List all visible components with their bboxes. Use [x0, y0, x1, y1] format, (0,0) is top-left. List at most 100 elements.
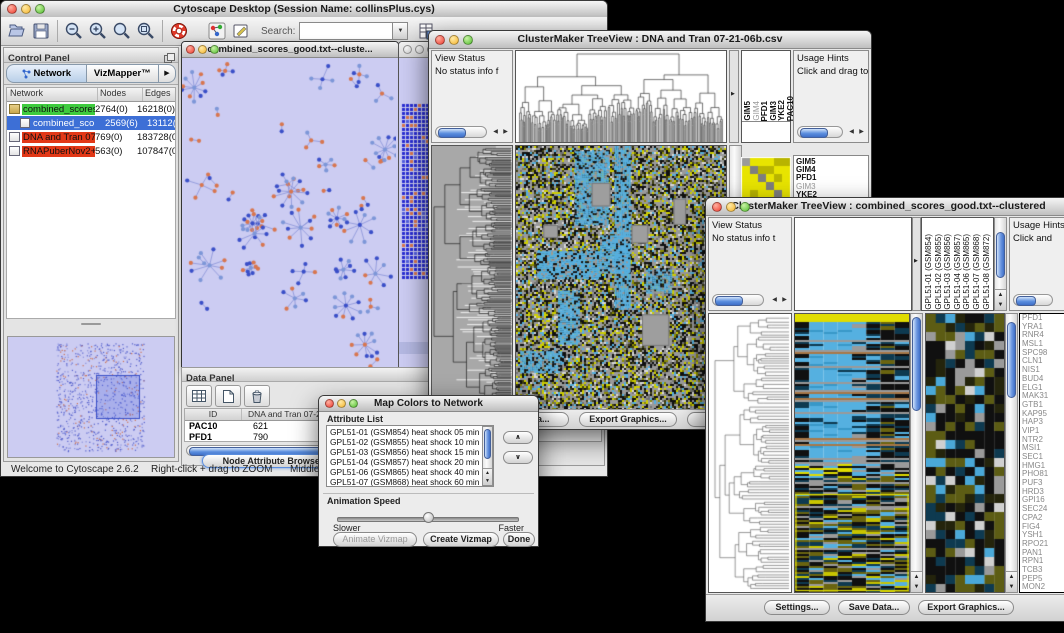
scroll-thumb[interactable] — [800, 128, 828, 138]
network-table-row[interactable]: DNA and Tran 07 769(0) 183728(0) — [7, 130, 175, 144]
animation-speed-slider[interactable] — [337, 513, 519, 523]
zoom-fit-icon[interactable] — [110, 19, 134, 43]
scroll-right-icon[interactable]: ▶ — [857, 126, 866, 138]
help-lifering-icon[interactable] — [167, 19, 191, 43]
float-panel-icon[interactable] — [164, 50, 175, 68]
network-table-row[interactable]: combined_sco 2569(6) 13112(15) — [7, 116, 175, 130]
tab-vizmapper[interactable]: VizMapper™ — [87, 64, 159, 83]
search-input[interactable] — [299, 22, 393, 40]
search-dropdown-button[interactable]: ▼ — [393, 22, 408, 40]
column-label[interactable]: GPL51-04 (GSM857) — [953, 234, 963, 310]
attribute-item[interactable]: GPL51-02 (GSM855) heat shock 10 min — [330, 437, 493, 447]
col-header-nodes[interactable]: Nodes — [98, 88, 143, 101]
delete-attribute-icon[interactable] — [244, 385, 270, 407]
scroll-up-icon[interactable]: ▲ — [483, 469, 492, 477]
minimize-button[interactable] — [726, 202, 736, 212]
attribute-item[interactable]: GPL51-07 (GSM868) heat shock 60 min — [330, 477, 493, 487]
export-graphics-button[interactable]: Export Graphics... — [918, 600, 1014, 615]
attribute-item[interactable]: GPL51-01 (GSM854) heat shock 05 min — [330, 427, 493, 437]
expand-right-icon[interactable]: ▶ — [914, 258, 918, 264]
save-icon[interactable] — [29, 19, 53, 43]
scroll-left-icon[interactable]: ◀ — [491, 126, 500, 138]
tv2-status-scrollbar[interactable] — [712, 294, 764, 306]
column-dendrogram-canvas[interactable] — [516, 51, 726, 142]
tv2-column-dendrogram[interactable] — [794, 217, 912, 311]
scroll-thumb[interactable] — [715, 296, 743, 306]
animate-vizmap-button[interactable]: Animate Vizmap — [333, 532, 417, 547]
column-label[interactable]: GPL51-06 (GSM865) — [962, 234, 972, 310]
zoom-out-icon[interactable] — [62, 19, 86, 43]
tv2-hints-scrollbar[interactable] — [1013, 294, 1053, 306]
heatmap-canvas[interactable] — [795, 314, 909, 592]
scroll-up-icon[interactable]: ▲ — [1006, 572, 1017, 582]
scroll-left-icon[interactable]: ◀ — [770, 294, 779, 306]
scroll-up-icon[interactable]: ▲ — [995, 290, 1006, 300]
zoom-button[interactable] — [463, 35, 473, 45]
col-header-edges[interactable]: Edges — [143, 88, 175, 101]
minimize-button[interactable] — [415, 45, 424, 54]
attribute-item[interactable]: GPL51-03 (GSM856) heat shock 15 min — [330, 447, 493, 457]
scroll-left-icon[interactable]: ◀ — [847, 126, 856, 138]
expand-right-icon[interactable]: ▶ — [731, 91, 735, 97]
export-graphics-button[interactable]: Export Graphics... — [579, 412, 677, 427]
scroll-down-icon[interactable]: ▼ — [483, 477, 492, 485]
heatmap-canvas[interactable] — [516, 146, 726, 409]
scroll-down-icon[interactable]: ▼ — [911, 582, 922, 592]
network-view-canvas[interactable] — [182, 58, 396, 368]
scroll-down-icon[interactable]: ▼ — [995, 300, 1006, 310]
zoom-button[interactable] — [349, 399, 358, 408]
minimize-button[interactable] — [21, 4, 31, 14]
zoom-heatmap-canvas[interactable] — [926, 314, 1004, 592]
close-button[interactable] — [325, 399, 334, 408]
close-button[interactable] — [435, 35, 445, 45]
new-attribute-icon[interactable] — [215, 385, 241, 407]
scroll-thumb[interactable] — [1007, 322, 1016, 398]
move-down-button[interactable]: ∨ — [503, 451, 533, 464]
tv2-zoom-vscrollbar[interactable]: ▲ ▼ — [1005, 313, 1018, 593]
scroll-up-icon[interactable]: ▲ — [911, 572, 922, 582]
col-header-network[interactable]: Network — [7, 88, 98, 101]
gene-label[interactable]: MON2 — [1020, 583, 1064, 592]
zoom-selected-icon[interactable] — [134, 19, 158, 43]
attribute-item[interactable]: GPL51-04 (GSM857) heat shock 20 min — [330, 457, 493, 467]
table-view-icon[interactable] — [186, 385, 212, 407]
zoom-button[interactable] — [35, 4, 45, 14]
column-label[interactable]: GPL51-03 (GSM856) — [943, 234, 953, 310]
minimize-button[interactable] — [198, 45, 207, 54]
move-up-button[interactable]: ∧ — [503, 431, 533, 444]
column-label[interactable]: GPL51-07 (GSM868) — [972, 234, 982, 310]
column-label[interactable]: GPL51-01 (GSM854) — [924, 234, 934, 310]
close-button[interactable] — [7, 4, 17, 14]
scroll-thumb[interactable] — [996, 232, 1005, 278]
row-dendrogram-canvas[interactable] — [709, 314, 791, 592]
attribute-list-scrollbar[interactable]: ▲ ▼ — [482, 426, 493, 486]
close-button[interactable] — [712, 202, 722, 212]
tab-network[interactable]: Network — [6, 64, 87, 83]
save-data-button[interactable]: Save Data... — [838, 600, 910, 615]
main-titlebar[interactable]: Cytoscape Desktop (Session Name: collins… — [1, 1, 607, 18]
attribute-item[interactable]: GPL51-06 (GSM865) heat shock 40 min — [330, 467, 493, 477]
zoom-button[interactable] — [210, 45, 219, 54]
scroll-thumb[interactable] — [438, 128, 466, 138]
scroll-thumb[interactable] — [484, 429, 491, 459]
scroll-down-icon[interactable]: ▼ — [1006, 582, 1017, 592]
column-label[interactable]: GPL51-08 (GSM872) — [982, 234, 992, 310]
settings-button[interactable]: Settings... — [764, 600, 830, 615]
zoom-button[interactable] — [740, 202, 750, 212]
close-button[interactable] — [403, 45, 412, 54]
tv1-hints-scrollbar[interactable] — [797, 126, 843, 138]
scroll-thumb[interactable] — [912, 317, 921, 411]
close-button[interactable] — [186, 45, 195, 54]
network-table-row[interactable]: RNAPuberNov2+! 563(0) 107847(0) — [7, 144, 175, 158]
scroll-right-icon[interactable]: ▶ — [780, 294, 789, 306]
panel-divider[interactable] — [4, 321, 178, 326]
minimize-button[interactable] — [449, 35, 459, 45]
tv2-heatmap-vscrollbar[interactable]: ▲ ▼ — [910, 313, 923, 593]
tv1-status-scrollbar[interactable] — [435, 126, 487, 138]
tv2-labels-vscrollbar[interactable]: ▲ ▼ — [994, 217, 1007, 311]
open-file-icon[interactable] — [5, 19, 29, 43]
create-vizmap-button[interactable]: Create Vizmap — [423, 532, 499, 547]
data-col-id[interactable]: ID — [185, 409, 242, 420]
row-dendrogram-canvas[interactable] — [432, 146, 512, 409]
done-button[interactable]: Done — [503, 532, 535, 547]
